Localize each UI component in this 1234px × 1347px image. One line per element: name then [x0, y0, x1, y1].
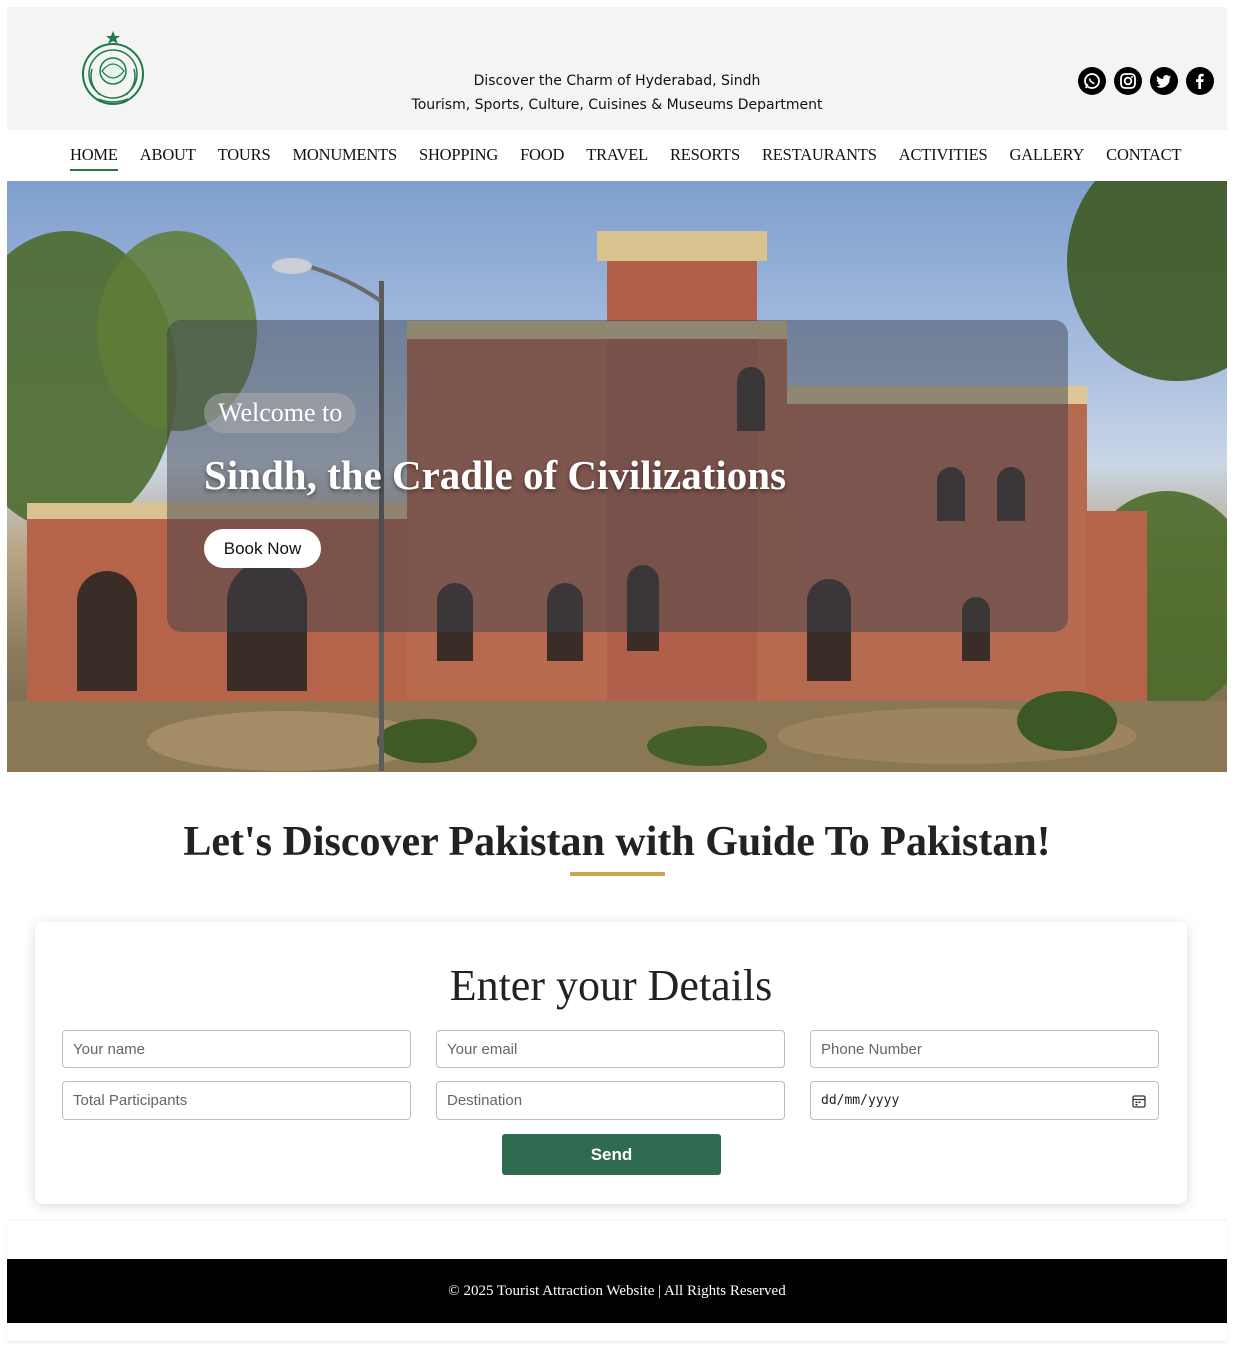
nav-resorts[interactable]: RESORTS — [670, 145, 740, 167]
site-header: Discover the Charm of Hyderabad, Sindh T… — [7, 7, 1227, 130]
email-input[interactable] — [436, 1030, 785, 1068]
nav-contact[interactable]: CONTACT — [1106, 145, 1181, 167]
hero-title: Sindh, the Cradle of Civilizations — [204, 452, 787, 498]
date-input[interactable]: dd/mm/yyyy — [810, 1081, 1159, 1120]
booking-form: Enter your Details dd/mm/yyyy Send — [35, 922, 1187, 1204]
nav-travel[interactable]: TRAVEL — [586, 145, 648, 167]
footer-bottom-spacer — [7, 1323, 1227, 1341]
destination-input[interactable] — [436, 1081, 785, 1120]
nav-home[interactable]: HOME — [70, 145, 118, 171]
hero-welcome-badge: Welcome to — [204, 393, 357, 433]
whatsapp-icon[interactable] — [1078, 67, 1106, 95]
nav-shopping[interactable]: SHOPPING — [419, 145, 498, 167]
date-placeholder: dd/mm/yyyy — [821, 1093, 900, 1108]
tagline-line-2: Tourism, Sports, Culture, Cuisines & Mus… — [411, 97, 823, 113]
site-footer: © 2025 Tourist Attraction Website | All … — [7, 1259, 1227, 1323]
heading-underline — [570, 872, 665, 876]
twitter-icon[interactable] — [1150, 67, 1178, 95]
send-button[interactable]: Send — [502, 1134, 721, 1175]
nav-gallery[interactable]: GALLERY — [1009, 145, 1084, 167]
name-input[interactable] — [62, 1030, 411, 1068]
nav-activities[interactable]: ACTIVITIES — [899, 145, 988, 167]
nav-tours[interactable]: TOURS — [218, 145, 271, 167]
book-now-button[interactable]: Book Now — [204, 529, 321, 568]
header-tagline: Discover the Charm of Hyderabad, Sindh T… — [7, 69, 1227, 117]
tagline-line-1: Discover the Charm of Hyderabad, Sindh — [473, 73, 761, 89]
facebook-icon[interactable] — [1186, 67, 1214, 95]
form-title: Enter your Details — [449, 961, 773, 1010]
hero-banner: Welcome to Sindh, the Cradle of Civiliza… — [7, 181, 1227, 772]
calendar-icon[interactable] — [1132, 1094, 1146, 1108]
instagram-icon[interactable] — [1114, 67, 1142, 95]
nav-restaurants[interactable]: RESTAURANTS — [762, 145, 877, 167]
nav-food[interactable]: FOOD — [520, 145, 564, 167]
footer-spacer — [7, 1221, 1227, 1259]
discover-heading: Let's Discover Pakistan with Guide To Pa… — [183, 819, 1051, 865]
participants-input[interactable] — [62, 1081, 411, 1120]
main-nav: HOME ABOUT TOURS MONUMENTS SHOPPING FOOD… — [7, 130, 1227, 181]
footer-copyright: © 2025 Tourist Attraction Website | All … — [448, 1283, 786, 1299]
nav-monuments[interactable]: MONUMENTS — [292, 145, 397, 167]
social-links — [1078, 67, 1214, 95]
phone-input[interactable] — [810, 1030, 1159, 1068]
nav-about[interactable]: ABOUT — [140, 145, 196, 167]
